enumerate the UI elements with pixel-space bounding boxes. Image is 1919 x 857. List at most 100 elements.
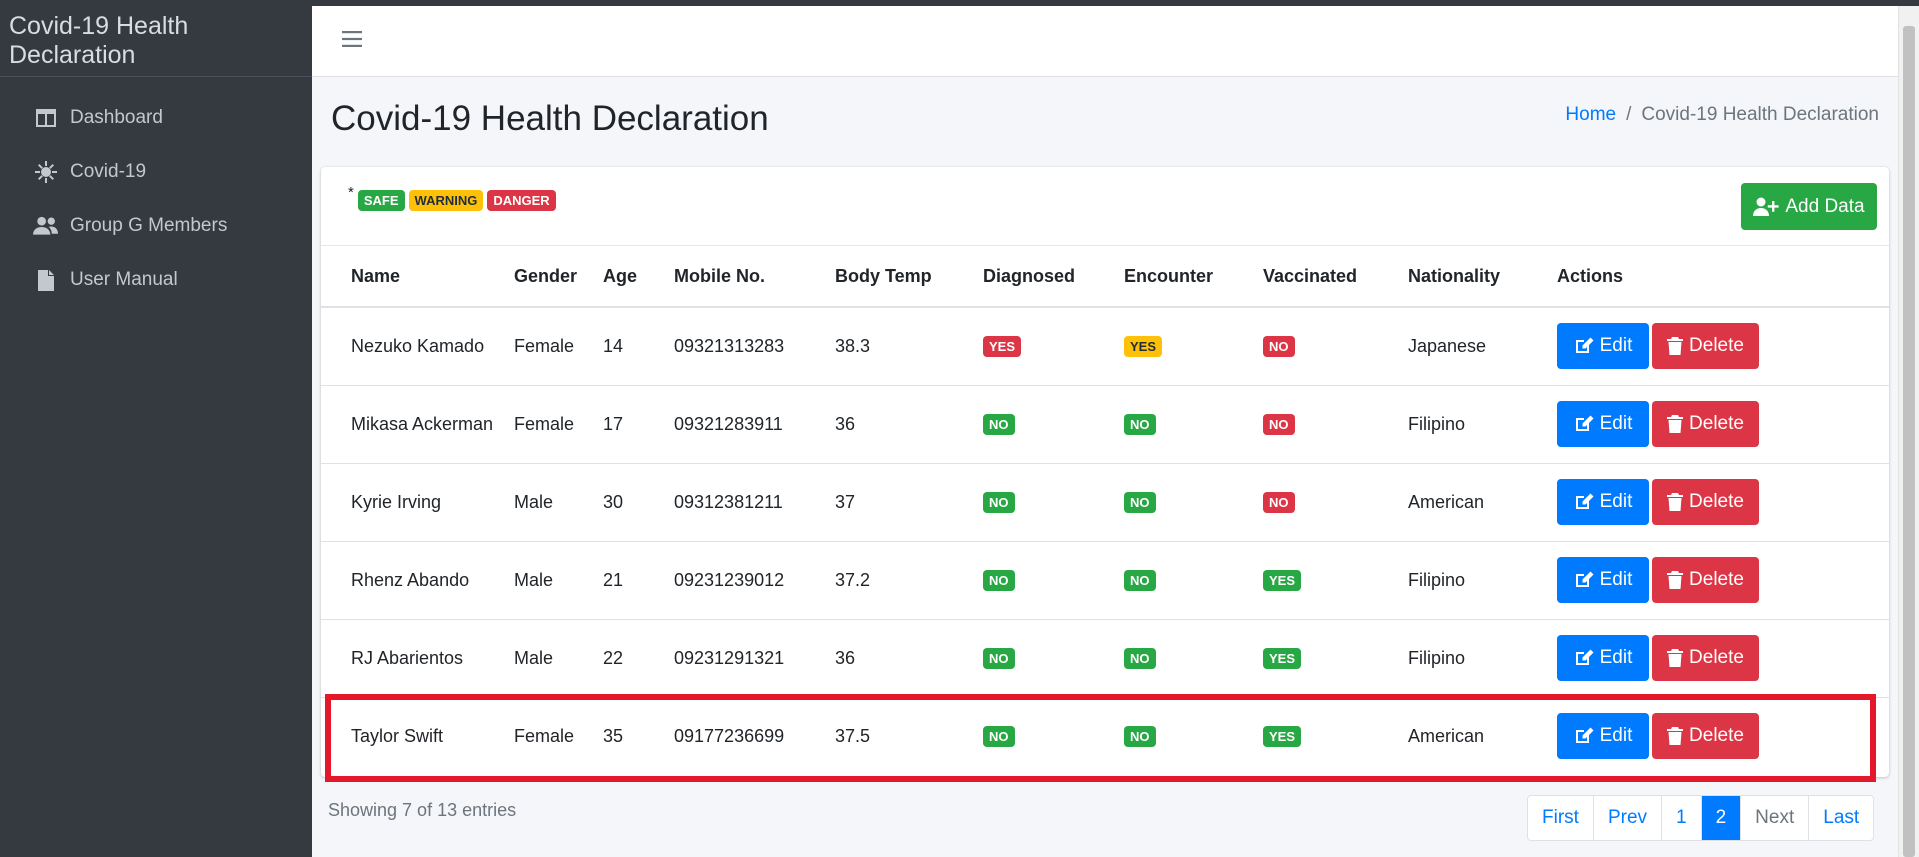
cell-diagnosed: NO (983, 619, 1124, 698)
cell-nationality: American (1408, 725, 1485, 746)
delete-label: Delete (1689, 335, 1744, 357)
cell-vaccinated: YES (1263, 697, 1408, 775)
sidebar-item-dashboard[interactable]: Dashboard (0, 91, 312, 145)
column-header[interactable]: Name (321, 246, 514, 308)
table-row: Nezuko Kamado Female 14 09321313283 38.3 YES Y… (321, 307, 1889, 386)
user-plus-icon (1753, 197, 1779, 216)
cell-actions: Edit Delete (1557, 385, 1889, 464)
breadcrumb-current: Covid-19 Health Declaration (1641, 104, 1879, 125)
sidebar-item-covid[interactable]: Covid-19 (0, 145, 312, 199)
sidebar: Covid-19 Health Declaration Dashboard Co… (0, 0, 312, 857)
delete-button[interactable]: Delete (1652, 635, 1759, 681)
cell-encounter: NO (1124, 463, 1263, 542)
column-header[interactable]: Encounter (1124, 246, 1263, 308)
breadcrumb-home-link[interactable]: Home (1565, 104, 1616, 125)
cell-diagnosed: NO (983, 697, 1124, 775)
edit-button[interactable]: Edit (1557, 323, 1649, 370)
page-title: Covid-19 Health Declaration (331, 99, 769, 138)
cell-encounter: YES (1124, 307, 1263, 386)
pagination-prev[interactable]: Prev (1592, 796, 1661, 840)
diagnosed-badge: NO (983, 726, 1015, 748)
cell-mobile: 09321313283 (674, 307, 835, 386)
menu-toggle-icon[interactable] (342, 29, 366, 53)
trash-icon (1667, 337, 1684, 356)
pagination-page-2[interactable]: 2 (1700, 796, 1741, 840)
edit-button[interactable]: Edit (1557, 713, 1649, 760)
delete-button[interactable]: Delete (1652, 479, 1759, 525)
add-data-button[interactable]: Add Data (1741, 183, 1877, 230)
edit-button[interactable]: Edit (1557, 401, 1649, 447)
pagination-first[interactable]: First (1528, 796, 1593, 840)
cell-nationality: Filipino (1408, 619, 1557, 698)
delete-button[interactable]: Delete (1652, 713, 1759, 760)
column-header[interactable]: Mobile No. (674, 246, 835, 308)
diagnosed-badge: YES (983, 336, 1022, 358)
scrollbar-thumb[interactable] (1903, 26, 1915, 857)
column-header[interactable]: Diagnosed (983, 246, 1124, 308)
edit-button[interactable]: Edit (1557, 557, 1649, 603)
cell-name: Mikasa Ackerman (321, 385, 514, 464)
table-row: Kyrie Irving Male 30 09312381211 37 NO NO NO Ame… (321, 463, 1889, 542)
sidebar-item-group-members[interactable]: Group G Members (0, 199, 312, 253)
cell-body-temp: 38.3 (835, 307, 983, 386)
cell-nationality: Filipino (1408, 541, 1557, 620)
table-row: Rhenz Abando Male 21 09231239012 37.2 NO NO YES… (321, 541, 1889, 620)
pagination-last[interactable]: Last (1808, 796, 1873, 840)
delete-button[interactable]: Delete (1652, 401, 1759, 447)
cell-body-temp: 37.5 (835, 725, 871, 746)
file-icon (33, 269, 58, 291)
brand-title[interactable]: Covid-19 Health Declaration (0, 0, 312, 77)
card-header: * SAFE WARNING DANGER Add Data (321, 167, 1889, 246)
cell-diagnosed: YES (983, 307, 1124, 386)
column-header[interactable]: Body Temp (835, 246, 983, 308)
cell-age: 21 (603, 541, 674, 620)
cell-body-temp: 36 (835, 385, 983, 464)
top-strip (0, 0, 1919, 6)
diagnosed-badge: NO (983, 648, 1015, 669)
delete-button[interactable]: Delete (1652, 557, 1759, 603)
cell-body-temp: 37 (835, 463, 983, 542)
edit-label: Edit (1599, 413, 1633, 434)
columns-icon (33, 107, 58, 129)
vaccinated-badge: NO (1263, 336, 1295, 358)
vertical-scrollbar[interactable] (1898, 6, 1919, 857)
declarations-table: Name Gender Age Mobile No. Body Temp Dia… (321, 246, 1889, 775)
edit-button[interactable]: Edit (1557, 635, 1649, 681)
vaccinated-badge: YES (1263, 570, 1302, 591)
pagination-next[interactable]: Next (1740, 796, 1808, 840)
legend-warning-badge: WARNING (408, 190, 484, 211)
table-body: Nezuko Kamado Female 14 09321313283 38.3 YES Y… (321, 307, 1889, 775)
row-actions: Edit Delete (1557, 635, 1889, 681)
add-data-label: Add Data (1785, 195, 1865, 217)
edit-icon (1575, 415, 1594, 431)
cell-name: Kyrie Irving (321, 463, 514, 542)
edit-icon (1575, 649, 1594, 665)
cell-diagnosed: NO (983, 541, 1124, 620)
cell-actions: Edit Delete (1557, 541, 1889, 620)
trash-icon (1667, 727, 1684, 746)
cell-vaccinated: NO (1263, 463, 1408, 542)
column-header[interactable]: Vaccinated (1263, 246, 1408, 308)
cell-body-temp: 37.2 (835, 541, 983, 620)
delete-label: Delete (1689, 647, 1744, 668)
column-header[interactable]: Age (603, 246, 674, 308)
column-header[interactable]: Nationality (1408, 246, 1557, 308)
sidebar-item-label: Group G Members (70, 215, 228, 236)
column-header[interactable]: Gender (514, 246, 603, 308)
cell-diagnosed: NO (983, 463, 1124, 542)
delete-button[interactable]: Delete (1652, 323, 1759, 370)
delete-label: Delete (1689, 491, 1744, 512)
cell-name: Taylor Swift (351, 725, 444, 746)
cell-gender: Male (514, 541, 603, 620)
diagnosed-badge: NO (983, 492, 1015, 513)
edit-label: Edit (1599, 569, 1633, 590)
cell-vaccinated: NO (1263, 307, 1408, 386)
pagination-page-1[interactable]: 1 (1661, 796, 1701, 840)
cell-age: 17 (603, 385, 674, 464)
edit-button[interactable]: Edit (1557, 479, 1649, 525)
sidebar-item-user-manual[interactable]: User Manual (0, 253, 312, 307)
row-actions: Edit Delete (1557, 401, 1889, 447)
trash-icon (1667, 493, 1684, 511)
row-actions: Edit Delete (1557, 479, 1889, 525)
cell-gender: Male (514, 463, 603, 542)
